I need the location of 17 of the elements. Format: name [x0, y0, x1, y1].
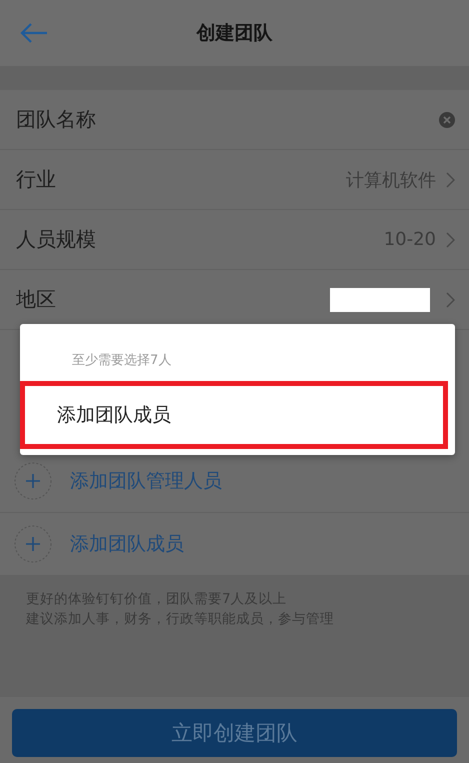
- field-label: 地区: [16, 286, 57, 313]
- chevron-icon: [446, 172, 455, 188]
- popup-hint: 至少需要选择7人: [72, 352, 172, 369]
- create-team-button[interactable]: 立即创建团队: [12, 709, 457, 757]
- menu-item[interactable]: 添加团队成员: [20, 381, 448, 449]
- clear-icon[interactable]: [439, 112, 455, 128]
- chevron-icon: [446, 292, 455, 308]
- add-member-link[interactable]: 添加团队管理人员: [70, 468, 222, 494]
- add-icon[interactable]: [14, 525, 52, 563]
- add-member-link[interactable]: 添加团队成员: [70, 531, 184, 557]
- field-label: 行业: [16, 166, 57, 193]
- page-title: 创建团队: [196, 21, 272, 46]
- back-arrow-icon[interactable]: [20, 22, 48, 44]
- add-icon[interactable]: [14, 462, 52, 500]
- field-label: 人员规模: [16, 226, 97, 253]
- chevron-icon: [446, 232, 455, 248]
- field-label: 团队名称: [16, 106, 97, 133]
